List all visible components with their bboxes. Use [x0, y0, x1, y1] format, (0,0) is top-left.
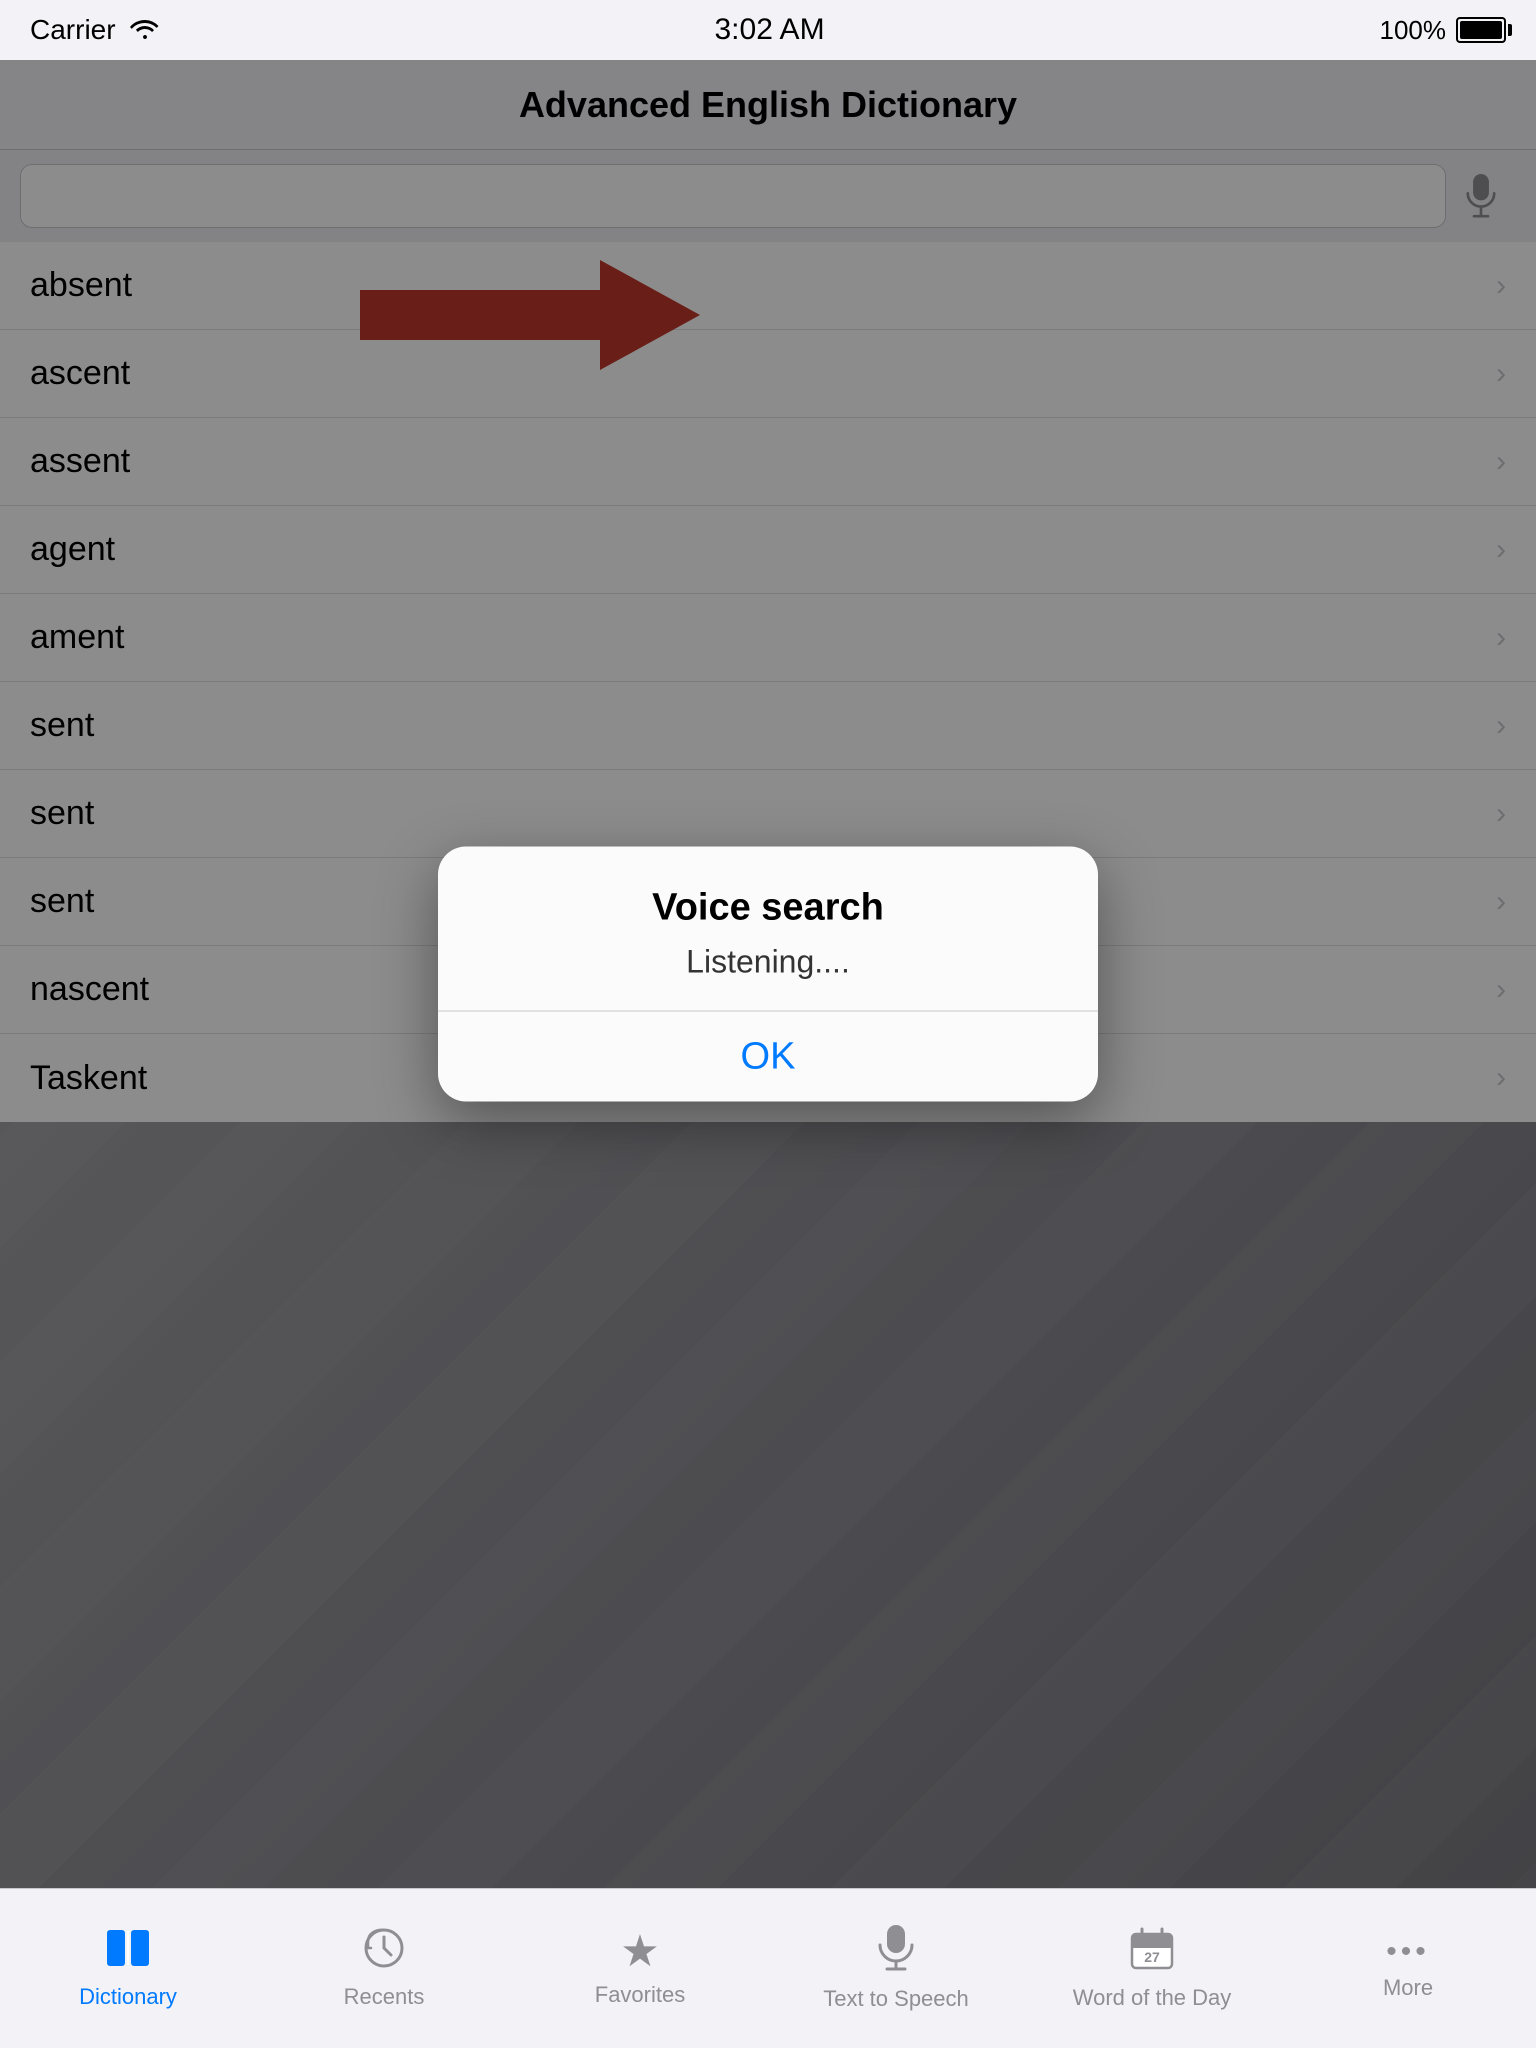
tab-bar: Dictionary Recents ★ Favorites Text to S… [0, 1888, 1536, 2048]
battery-icon [1456, 17, 1506, 43]
favorites-icon: ★ [620, 1930, 659, 1974]
tab-item-more[interactable]: ••• More [1280, 1889, 1536, 2048]
more-icon: ••• [1386, 1937, 1430, 1967]
wotd-icon: 27 [1130, 1926, 1174, 1977]
dialog-content: Voice search Listening.... [438, 847, 1098, 1012]
status-right: 100% [1379, 15, 1506, 46]
dictionary-icon [105, 1927, 151, 1976]
carrier-label: Carrier [30, 14, 116, 46]
main-content: Advanced English Dictionary absent › [0, 60, 1536, 1888]
battery-percent: 100% [1379, 15, 1446, 46]
tab-label-tts: Text to Speech [823, 1986, 969, 2012]
dialog-title: Voice search [478, 887, 1058, 930]
dialog-container: Voice search Listening.... OK [438, 847, 1098, 1102]
time-label: 3:02 AM [714, 13, 824, 47]
status-left: Carrier [30, 14, 160, 46]
tab-item-dictionary[interactable]: Dictionary [0, 1889, 256, 2048]
tab-label-recents: Recents [344, 1984, 425, 2010]
tab-item-tts[interactable]: Text to Speech [768, 1889, 1024, 2048]
dialog-box: Voice search Listening.... OK [438, 847, 1098, 1102]
tab-label-favorites: Favorites [595, 1982, 685, 2008]
wifi-icon [130, 15, 160, 46]
tab-item-favorites[interactable]: ★ Favorites [512, 1889, 768, 2048]
dialog-ok-button[interactable]: OK [438, 1012, 1098, 1102]
tab-label-wotd: Word of the Day [1073, 1985, 1232, 2011]
dialog-message: Listening.... [478, 944, 1058, 981]
tab-item-recents[interactable]: Recents [256, 1889, 512, 2048]
tab-item-wotd[interactable]: 27 Word of the Day [1024, 1889, 1280, 2048]
tab-label-dictionary: Dictionary [79, 1984, 177, 2010]
status-bar: Carrier 3:02 AM 100% [0, 0, 1536, 60]
dialog-button-row: OK [438, 1012, 1098, 1102]
tab-label-more: More [1383, 1975, 1433, 2001]
tts-icon [876, 1925, 916, 1978]
recents-icon [363, 1927, 405, 1976]
svg-text:27: 27 [1144, 1949, 1160, 1965]
dialog-ok-label: OK [741, 1035, 796, 1078]
